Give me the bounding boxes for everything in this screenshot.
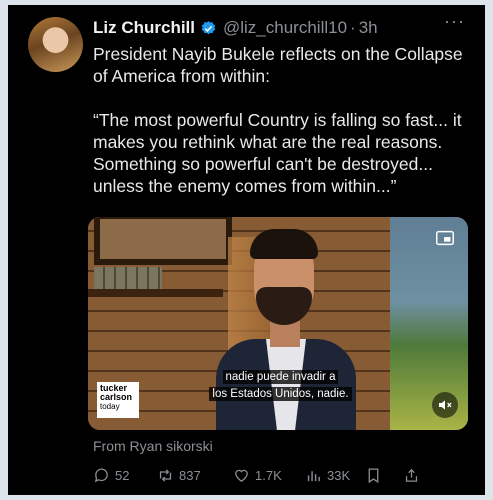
mute-icon	[439, 400, 452, 410]
subtitle-line-1: nadie puede invadir a	[222, 370, 339, 384]
repost-button[interactable]: 837	[157, 467, 233, 484]
shelf	[88, 289, 223, 297]
avatar[interactable]	[28, 17, 83, 72]
share-button[interactable]	[403, 467, 425, 484]
heart-icon	[235, 469, 248, 482]
video-subtitles: nadie puede invadir a los Estados Unidos…	[193, 369, 368, 403]
repost-icon	[159, 468, 172, 482]
verified-badge-icon	[201, 20, 216, 34]
bookmark-button[interactable]	[365, 467, 403, 484]
views-chart-icon	[307, 470, 320, 481]
video-attribution[interactable]: From Ryan sikorski	[93, 438, 213, 454]
reply-button[interactable]: 52	[93, 467, 157, 484]
share-icon	[405, 468, 418, 482]
tweet-text-intro: President Nayib Bukele reflects on the C…	[93, 44, 463, 86]
author-handle[interactable]: @liz_churchill10	[223, 18, 347, 38]
more-options-icon[interactable]: ···	[444, 11, 465, 32]
view-count: 33K	[327, 467, 351, 483]
tweet-card[interactable]: Liz Churchill @liz_churchill10 · 3h ··· …	[8, 5, 485, 495]
reply-icon	[94, 468, 108, 482]
video-player[interactable]: tucker carlson today nadie puede invadir…	[88, 217, 468, 430]
mute-button[interactable]	[432, 392, 458, 418]
tweet-text: President Nayib Bukele reflects on the C…	[93, 43, 478, 197]
subtitle-line-2: los Estados Unidos, nadie.	[209, 387, 352, 401]
like-button[interactable]: 1.7K	[233, 467, 305, 484]
picture-in-picture-icon[interactable]	[434, 227, 456, 249]
bookmark-icon	[368, 467, 379, 483]
reply-count: 52	[115, 467, 130, 483]
repost-count: 837	[179, 467, 201, 483]
separator: ·	[350, 18, 356, 37]
tweet-text-quote: “The most powerful Country is falling so…	[93, 110, 462, 196]
wall-frame	[94, 217, 232, 265]
tweet-header: Liz Churchill @liz_churchill10 · 3h ···	[93, 11, 475, 41]
views-button[interactable]: 33K	[305, 467, 365, 484]
like-count: 1.7K	[255, 467, 282, 483]
timestamp[interactable]: 3h	[359, 18, 378, 38]
action-bar: 52 837 1.7K 33K	[93, 464, 475, 486]
shelf-books	[94, 267, 162, 289]
show-logo: tucker carlson today	[97, 382, 139, 418]
author-name[interactable]: Liz Churchill	[93, 18, 195, 38]
